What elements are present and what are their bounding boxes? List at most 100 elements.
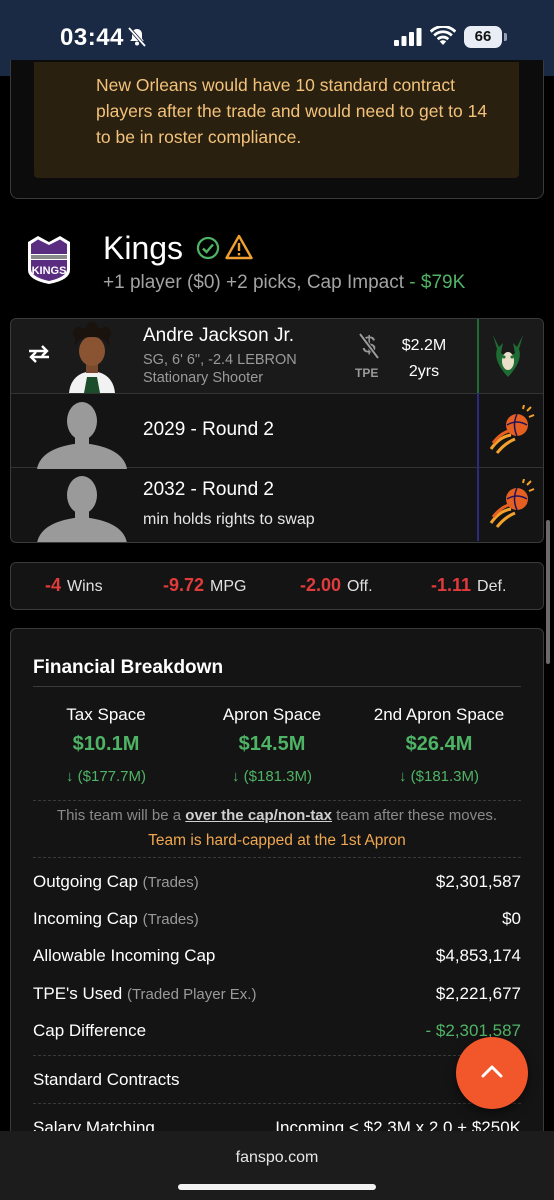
space-delta-value: ($181.3M) — [243, 768, 313, 785]
row-value: $2,221,677 — [435, 984, 521, 1003]
player-salary: $2.2M — [401, 337, 447, 354]
space-delta-value: ($181.3M) — [410, 768, 480, 785]
player-role: Stationary Shooter — [143, 370, 264, 386]
silhouette-icon — [37, 476, 127, 542]
space-value: $14.5M — [238, 733, 306, 755]
arrow-down-icon: ↓ — [65, 768, 78, 785]
cap-impact-value: - $79K — [409, 272, 466, 293]
stat-wins: -4 Wins — [45, 575, 103, 596]
swap-arrows-icon[interactable] — [27, 344, 51, 364]
space-value: $10.1M — [72, 733, 140, 755]
suns-logo-icon — [489, 405, 535, 454]
pick-label: 2029 - Round 2 — [143, 419, 274, 440]
row-label: Cap Difference — [33, 1021, 147, 1040]
row-sublabel: (Traded Player Ex.) — [126, 986, 257, 1003]
space-value: $26.4M — [405, 733, 473, 755]
financial-title: Financial Breakdown — [33, 657, 224, 678]
suns-logo-icon — [489, 479, 535, 528]
silhouette-icon — [37, 402, 127, 469]
row-value: - $2,301,587 — [425, 1021, 521, 1040]
check-circle-icon — [196, 236, 220, 260]
row-value: $4,853,174 — [435, 946, 521, 965]
space-delta: ↓ ($177.7M) — [21, 768, 191, 785]
team-color-strip — [477, 319, 479, 393]
stat-value: -4 — [45, 575, 62, 595]
arrow-down-icon: ↓ — [231, 768, 244, 785]
pick-row[interactable]: 2032 - Round 2 min holds rights to swap — [11, 467, 543, 542]
divider — [33, 1103, 521, 1104]
chevron-up-icon — [481, 1065, 503, 1078]
player-info: SG, 6' 6", -2.4 LEBRON Stationary Shoote… — [143, 351, 297, 387]
divider — [33, 1055, 521, 1056]
stat-label: Wins — [67, 578, 103, 595]
team-note-suffix: team after these moves. — [336, 807, 498, 824]
stat-off: -2.00 Off. — [300, 575, 373, 596]
player-position-size: SG, 6' 6", -2.4 LEBRON — [143, 352, 297, 368]
warning-icon — [225, 234, 253, 260]
pick-label: 2032 - Round 2 — [143, 479, 274, 500]
tpe-label: TPE — [355, 366, 379, 380]
row-label: TPE's Used — [33, 984, 123, 1003]
space-label: Tax Space — [66, 705, 146, 724]
player-name[interactable]: Andre Jackson Jr. — [143, 325, 294, 347]
browser-bottom-bar: fanspo.com — [0, 1131, 554, 1200]
row-sublabel: (Trades) — [142, 911, 199, 928]
space-label: 2nd Apron Space — [373, 705, 505, 724]
team-summary-text: +1 player ($0) +2 picks, Cap Impact — [103, 272, 404, 293]
apron-space: Apron Space $14.5M ↓ ($181.3M) — [187, 705, 357, 785]
cap-status-link[interactable]: over the cap/non-tax — [185, 807, 332, 824]
divider — [33, 857, 521, 858]
status-time: 03:44 — [60, 24, 124, 51]
row-label: Outgoing Cap — [33, 872, 138, 891]
team-note-prefix: This team will be a — [56, 807, 182, 824]
battery-indicator: 66 — [464, 26, 502, 48]
space-delta: ↓ ($181.3M) — [354, 768, 524, 785]
stat-label: MPG — [210, 578, 247, 595]
wifi-icon — [430, 26, 456, 45]
space-label: Apron Space — [222, 705, 322, 724]
row-label: Standard Contracts — [33, 1070, 180, 1089]
battery-tip — [504, 33, 507, 41]
home-indicator[interactable] — [178, 1184, 376, 1190]
row-label: Incoming Cap — [33, 909, 138, 928]
divider — [33, 686, 521, 687]
stat-value: -1.11 — [431, 575, 472, 595]
player-row[interactable]: Andre Jackson Jr. SG, 6' 6", -2.4 LEBRON… — [11, 319, 543, 394]
pick-note: min holds rights to swap — [143, 511, 315, 528]
roster-note-text: New Orleans would have 10 standard contr… — [96, 75, 488, 147]
player-contract: $2.2M 2yrs — [399, 333, 449, 385]
row-label: Allowable Incoming Cap — [33, 946, 216, 965]
hard-cap-warning: Team is hard-capped at the 1st Apron — [148, 832, 406, 849]
player-headshot — [57, 321, 127, 393]
row-value: $0 — [502, 909, 521, 928]
url-label[interactable]: fanspo.com — [0, 1149, 554, 1167]
space-delta-value: ($177.7M) — [77, 768, 147, 785]
scroll-top-button[interactable] — [456, 1037, 528, 1109]
kings-logo-icon: KINGS — [28, 236, 70, 284]
row-value: $2,301,587 — [435, 872, 521, 891]
no-dollar-icon: $ — [358, 332, 380, 360]
incoming-assets-list: Andre Jackson Jr. SG, 6' 6", -2.4 LEBRON… — [10, 318, 544, 543]
stat-value: -2.00 — [300, 575, 342, 595]
stat-label: Def. — [477, 578, 507, 595]
scrollbar[interactable] — [546, 520, 550, 664]
space-delta: ↓ ($181.3M) — [187, 768, 357, 785]
stat-label: Off. — [347, 578, 373, 595]
team-status-note: This team will be a over the cap/non-tax… — [11, 807, 543, 824]
stat-value: -9.72 — [163, 575, 205, 595]
divider — [33, 800, 521, 801]
pick-row[interactable]: 2029 - Round 2 — [11, 393, 543, 469]
second-apron-space: 2nd Apron Space $26.4M ↓ ($181.3M) — [354, 705, 524, 785]
row-sublabel: (Trades) — [142, 874, 199, 891]
team-color-strip — [477, 393, 479, 467]
bell-muted-icon — [127, 26, 147, 48]
team-name: Kings — [103, 230, 184, 266]
tax-space: Tax Space $10.1M ↓ ($177.7M) — [21, 705, 191, 785]
signal-icon — [394, 28, 422, 46]
svg-text:KINGS: KINGS — [32, 265, 67, 277]
team-color-strip — [477, 467, 479, 541]
arrow-down-icon: ↓ — [398, 768, 411, 785]
player-years: 2yrs — [408, 363, 440, 380]
bucks-logo-icon — [493, 335, 523, 377]
impact-stats-bar: -4 Wins -9.72 MPG -2.00 Off. -1.11 Def. — [10, 562, 544, 610]
